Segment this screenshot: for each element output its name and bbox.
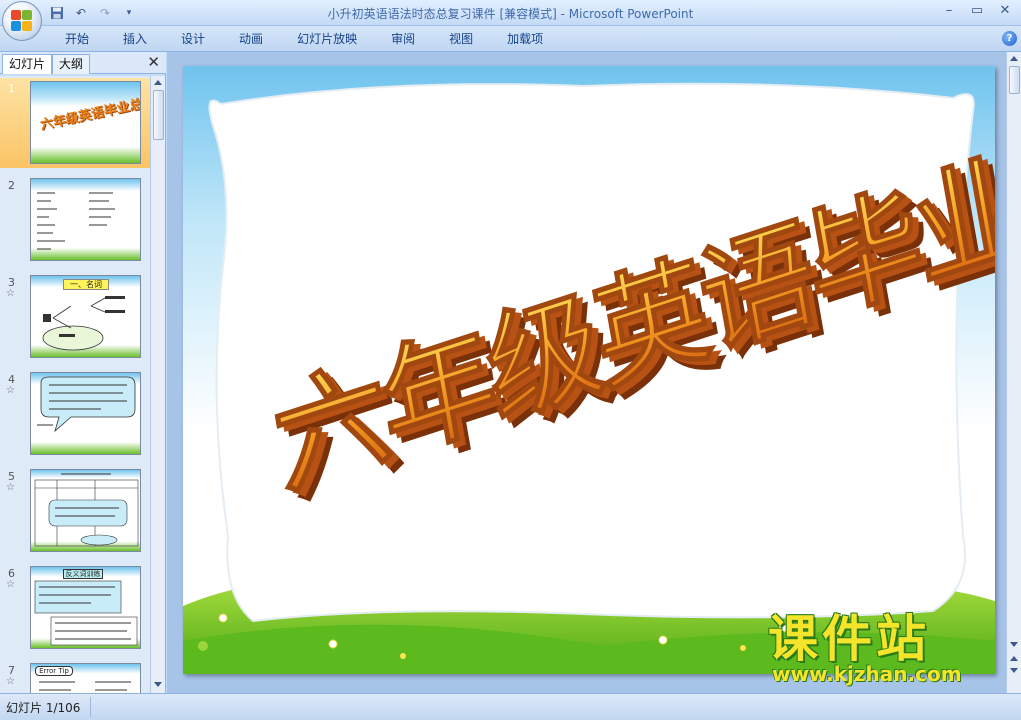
slide-number: 1: [8, 82, 15, 95]
scroll-down-icon[interactable]: [1010, 642, 1018, 647]
animation-star-icon: ☆: [6, 288, 15, 299]
watermark-text: 课件站: [768, 610, 930, 668]
window-title: 小升初英语语法时态总复习课件 [兼容模式] - Microsoft PowerP…: [327, 7, 694, 21]
slide-preview: [30, 372, 141, 455]
animation-star-icon: ☆: [6, 676, 15, 687]
slide-number: 2: [8, 179, 15, 192]
slide-preview: 六年级英语毕业总复习: [30, 81, 141, 164]
close-button[interactable]: ✕: [995, 2, 1015, 20]
slides-pane: 幻灯片 大纲 ✕ 1 六年级英语毕业总复习 2 3 ☆ 一、名词 4 ☆ 5 ☆…: [0, 52, 166, 693]
slide-preview: [30, 469, 141, 552]
scroll-up-icon[interactable]: [1010, 56, 1018, 61]
scroll-down-icon[interactable]: [154, 682, 162, 687]
tab-slides[interactable]: 幻灯片: [2, 54, 53, 74]
tab-home[interactable]: 开始: [48, 31, 106, 47]
tab-animations[interactable]: 动画: [222, 31, 280, 47]
slide-content-lines: [37, 192, 115, 250]
slide-scrollbar[interactable]: [1006, 52, 1021, 693]
status-bar: 幻灯片 1/106: [0, 693, 1021, 720]
ribbon-tabs: 开始 插入 设计 动画 幻灯片放映 审阅 视图 加载项: [48, 31, 560, 47]
minimize-button[interactable]: –: [939, 2, 959, 20]
thumb-heading: 一、名词: [63, 279, 109, 290]
tab-design[interactable]: 设计: [164, 31, 222, 47]
tab-outline[interactable]: 大纲: [52, 54, 91, 74]
slide-thumbnail-4[interactable]: 4 ☆: [0, 369, 150, 459]
slide-thumbnail-2[interactable]: 2: [0, 175, 150, 265]
scroll-thumb[interactable]: [153, 90, 164, 140]
window-controls: – ▭ ✕: [939, 2, 1015, 20]
slide-editor: 六年级英语毕业总复习 六年级英语毕业总复习 六年级英语毕业总复习: [167, 52, 1006, 693]
slide-preview: Error Tip: [30, 663, 141, 693]
office-logo-icon: [11, 10, 33, 32]
site-watermark: 课件站 www.kjzhan.com: [768, 612, 1008, 692]
slide-thumbnail-3[interactable]: 3 ☆ 一、名词: [0, 272, 150, 362]
thumb-heading: Error Tip: [35, 666, 73, 676]
close-icon[interactable]: ✕: [147, 53, 160, 71]
watermark-url: www.kjzhan.com: [772, 662, 962, 686]
slide-thumbnail-6[interactable]: 6 ☆ 反义词训练: [0, 563, 150, 653]
tab-insert[interactable]: 插入: [106, 31, 164, 47]
slide-thumbnails: 1 六年级英语毕业总复习 2 3 ☆ 一、名词 4 ☆ 5 ☆ 6 ☆ 反义词训…: [0, 76, 150, 693]
thumbnails-scrollbar[interactable]: [150, 76, 165, 693]
tab-review[interactable]: 审阅: [374, 31, 432, 47]
animation-star-icon: ☆: [6, 482, 15, 493]
pane-tabs: 幻灯片 大纲 ✕: [0, 52, 166, 74]
ribbon-tabs-bar: 开始 插入 设计 动画 幻灯片放映 审阅 视图 加载项 ?: [0, 26, 1021, 52]
tab-view[interactable]: 视图: [432, 31, 490, 47]
speech-bubble: [37, 376, 136, 433]
help-icon[interactable]: ?: [1002, 31, 1017, 46]
status-divider: [90, 697, 91, 717]
slide-canvas: 六年级英语毕业总复习 六年级英语毕业总复习 六年级英语毕业总复习: [183, 66, 995, 674]
maximize-button[interactable]: ▭: [967, 2, 987, 20]
title-bar: ↶ ↷ ▾ 小升初英语语法时态总复习课件 [兼容模式] - Microsoft …: [0, 0, 1021, 41]
slide-table: [34, 473, 139, 547]
thumb-title: 六年级英语毕业总复习: [38, 91, 141, 134]
slide-thumbnail-1[interactable]: 1 六年级英语毕业总复习: [0, 78, 150, 168]
previous-slide-icon[interactable]: [1010, 656, 1018, 661]
tab-slideshow[interactable]: 幻灯片放映: [280, 31, 374, 47]
slide-preview: 一、名词: [30, 275, 141, 358]
office-button[interactable]: [2, 1, 42, 41]
scroll-thumb[interactable]: [1009, 66, 1020, 94]
slide-preview: [30, 178, 141, 261]
thumb-heading: 反义词训练: [63, 569, 103, 579]
slide-thumbnail-7[interactable]: 7 ☆ Error Tip: [0, 660, 150, 693]
slide-preview: 反义词训练: [30, 566, 141, 649]
current-slide[interactable]: 六年级英语毕业总复习 六年级英语毕业总复习 六年级英语毕业总复习: [183, 66, 995, 674]
slide-thumbnail-5[interactable]: 5 ☆: [0, 466, 150, 556]
next-slide-icon[interactable]: [1010, 668, 1018, 673]
slide-content-lines: [34, 580, 138, 646]
animation-star-icon: ☆: [6, 385, 15, 396]
slide-counter: 幻灯片 1/106: [6, 701, 81, 715]
animation-star-icon: ☆: [6, 579, 15, 590]
tab-addins[interactable]: 加载项: [490, 31, 560, 47]
scroll-up-icon[interactable]: [154, 80, 162, 85]
